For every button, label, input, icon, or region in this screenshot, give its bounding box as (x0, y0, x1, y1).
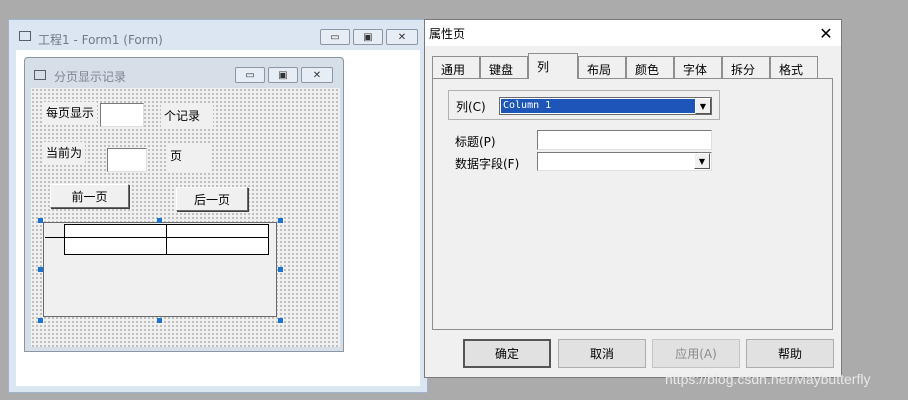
tab-font[interactable]: 字体 (674, 56, 722, 78)
current-page-input[interactable] (107, 148, 147, 172)
resize-handle[interactable] (157, 318, 162, 323)
tab-general[interactable]: 通用 (432, 56, 480, 78)
form-minimize-button[interactable]: ▭ (235, 67, 265, 83)
help-button[interactable]: 帮助 (746, 339, 834, 368)
close-button[interactable]: ✕ (386, 29, 418, 45)
prev-page-button[interactable]: 前一页 (50, 184, 129, 208)
form-maximize-button[interactable]: ▣ (268, 67, 298, 83)
next-page-button[interactable]: 后一页 (176, 187, 248, 211)
caption-input[interactable] (537, 130, 712, 150)
data-grid[interactable] (43, 222, 277, 317)
per-page-label: 每页显示 (43, 102, 98, 123)
resize-handle[interactable] (278, 318, 283, 323)
tab-layout[interactable]: 布局 (578, 56, 626, 78)
tab-format[interactable]: 格式 (770, 56, 818, 78)
maximize-button[interactable]: ▣ (353, 29, 383, 45)
cancel-button[interactable]: 取消 (558, 339, 646, 368)
tab-keyboard[interactable]: 键盘 (480, 56, 528, 78)
chevron-down-icon[interactable]: ▼ (695, 98, 711, 114)
page-label: 页 (167, 145, 211, 173)
column-label: 列(C) (456, 100, 486, 114)
caption-label: 标题(P) (455, 135, 496, 149)
resize-handle[interactable] (278, 267, 283, 272)
apply-button[interactable]: 应用(A) (652, 339, 740, 368)
current-label: 当前为 (43, 142, 86, 163)
datafield-label: 数据字段(F) (455, 157, 520, 171)
minimize-button[interactable]: ▭ (320, 29, 350, 45)
dialog-titlebar (425, 20, 841, 46)
per-page-input[interactable] (100, 103, 144, 127)
form-window-title: 分页显示记录 (54, 70, 127, 84)
project-window-title: 工程1 - Form1 (Form) (38, 33, 163, 47)
tab-color[interactable]: 颜色 (626, 56, 674, 78)
form-close-button[interactable]: ✕ (301, 67, 333, 83)
dialog-title: 属性页 (429, 27, 466, 41)
resize-handle[interactable] (38, 267, 43, 272)
watermark: https://blog.csdn.net/Maybutterfly (665, 371, 871, 387)
column-combobox-value: Column 1 (501, 99, 695, 113)
records-label: 个记录 (161, 105, 213, 129)
chevron-down-icon[interactable]: ▼ (694, 153, 710, 169)
resize-handle[interactable] (38, 318, 43, 323)
form-icon (34, 70, 46, 80)
ok-button[interactable]: 确定 (463, 339, 551, 368)
resize-handle[interactable] (278, 218, 283, 223)
tab-columns[interactable]: 列 (528, 53, 578, 79)
form-icon (19, 31, 31, 41)
resize-handle[interactable] (38, 218, 43, 223)
grid-header (45, 224, 269, 255)
resize-handle[interactable] (157, 218, 162, 223)
tab-split[interactable]: 拆分 (722, 56, 770, 78)
dialog-close-button[interactable]: ✕ (813, 22, 839, 44)
datafield-combobox[interactable] (537, 152, 712, 171)
